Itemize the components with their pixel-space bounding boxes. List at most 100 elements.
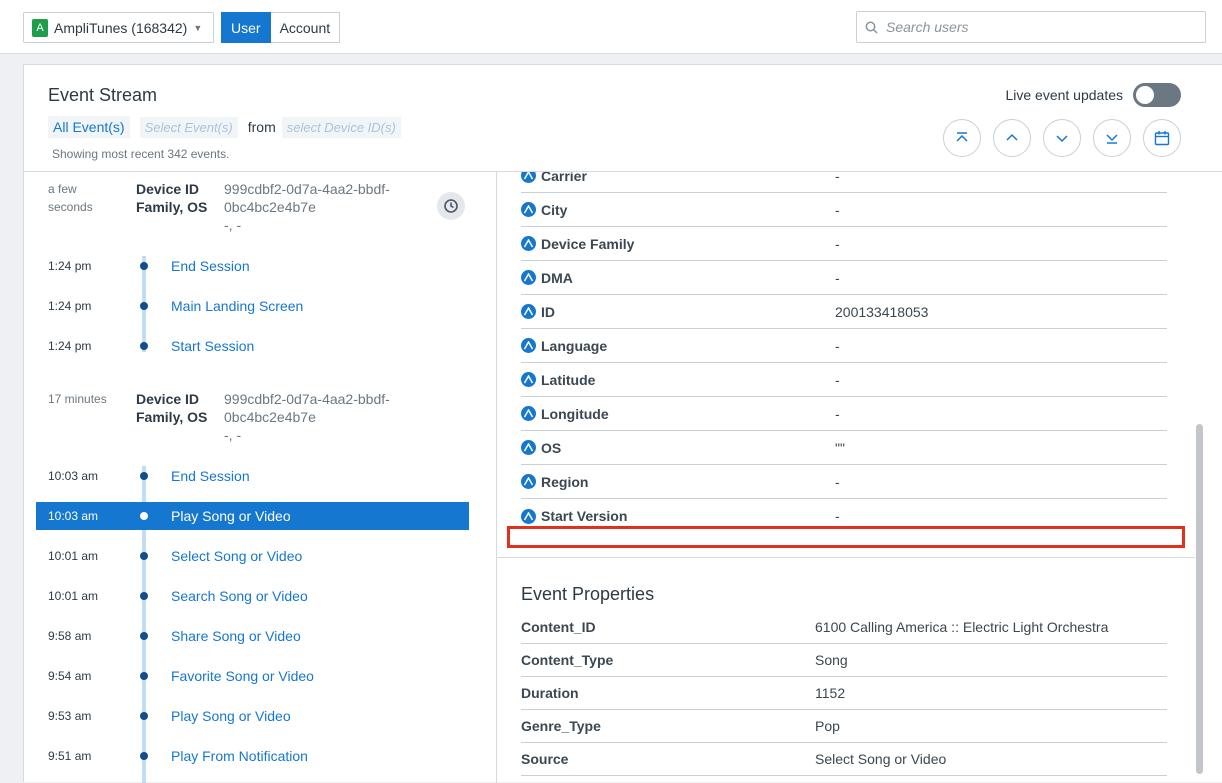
- clock-icon: [444, 199, 458, 213]
- property-key: DMA: [541, 269, 573, 286]
- live-updates-toggle[interactable]: [1133, 83, 1181, 107]
- date-picker-button[interactable]: [1143, 119, 1181, 157]
- session-label: Device ID Family, OS: [136, 181, 208, 215]
- event-property-row: Content_Type Song: [521, 644, 1167, 677]
- session-device-meta: -, -: [224, 427, 242, 443]
- highlight-box: [507, 526, 1185, 548]
- event-time: 10:03 am: [48, 469, 99, 483]
- session-device-id: 999cdbf2-0d7a-4aa2-bbdf-0bc4bc2e4b7e: [224, 181, 390, 215]
- event-name: End Session: [171, 468, 250, 484]
- amplitude-property-icon: [521, 270, 536, 285]
- live-updates-label: Live event updates: [1005, 87, 1123, 103]
- property-value: 200133418053: [835, 303, 929, 320]
- event-properties-title: Event Properties: [521, 584, 655, 604]
- event-name: Favorite Song or Video: [171, 668, 314, 684]
- session-device: 999cdbf2-0d7a-4aa2-bbdf-0bc4bc2e4b7e -, …: [224, 390, 424, 444]
- property-value: -: [835, 371, 840, 388]
- previous-button[interactable]: [993, 119, 1031, 157]
- event-filters: All Event(s) Select Event(s) from select…: [48, 116, 401, 138]
- property-value: -: [835, 235, 840, 252]
- property-key: ID: [541, 303, 555, 320]
- event-property-row: Duration 1152: [521, 677, 1167, 710]
- event-row[interactable]: 1:24 pm End Session: [36, 252, 469, 280]
- select-device-filter[interactable]: select Device ID(s): [281, 116, 401, 138]
- user-property-row: Latitude -: [521, 363, 1167, 397]
- event-time: 9:51 am: [48, 749, 92, 763]
- event-row-selected[interactable]: 10:03 am Play Song or Video: [36, 502, 469, 530]
- next-button[interactable]: [1043, 119, 1081, 157]
- user-property-row: ID 200133418053: [521, 295, 1167, 329]
- session-history-button[interactable]: [437, 192, 465, 220]
- project-name: AmpliTunes (168342): [54, 19, 188, 36]
- event-dot: [140, 632, 148, 640]
- search-users-box: [856, 11, 1206, 43]
- event-dot: [140, 672, 148, 680]
- top-bar: A AmpliTunes (168342) ▼ User Account: [0, 0, 1222, 54]
- amplitude-property-icon: [521, 372, 536, 387]
- event-row[interactable]: 10:01 am Search Song or Video: [36, 582, 469, 610]
- session-device-id: 999cdbf2-0d7a-4aa2-bbdf-0bc4bc2e4b7e: [224, 391, 390, 425]
- event-stream-card: Event Stream All Event(s) Select Event(s…: [23, 64, 1222, 783]
- property-value: -: [835, 405, 840, 422]
- user-property-row: DMA -: [521, 261, 1167, 295]
- property-value: Pop: [815, 718, 840, 734]
- property-key: Device Family: [541, 235, 635, 252]
- event-timeline-pane: a few seconds Device ID Family, OS 999cd…: [24, 172, 497, 783]
- session-time: a few seconds: [48, 182, 93, 214]
- event-dot: [140, 262, 148, 270]
- project-selector[interactable]: A AmpliTunes (168342) ▼: [23, 12, 214, 43]
- event-row[interactable]: 9:54 am Favorite Song or Video: [36, 662, 469, 690]
- all-events-filter[interactable]: All Event(s): [48, 116, 130, 138]
- event-row[interactable]: 1:24 pm Main Landing Screen: [36, 292, 469, 320]
- jump-to-bottom-icon: [1106, 134, 1118, 144]
- jump-to-bottom-button[interactable]: [1093, 119, 1131, 157]
- property-key: Region: [541, 473, 589, 490]
- amplitude-property-icon: [521, 406, 536, 421]
- select-events-filter[interactable]: Select Event(s): [139, 116, 238, 138]
- property-key: City: [541, 201, 568, 218]
- project-badge: A: [32, 18, 48, 37]
- event-property-row: Source Select Song or Video: [521, 743, 1167, 776]
- chevron-down-icon: [1056, 135, 1068, 143]
- user-property-row: Language -: [521, 329, 1167, 363]
- event-time: 10:01 am: [48, 589, 99, 603]
- event-time: 1:24 pm: [48, 299, 92, 313]
- amplitude-property-icon: [521, 474, 536, 489]
- amplitude-property-icon: [521, 304, 536, 319]
- event-time: 1:24 pm: [48, 259, 92, 273]
- event-row[interactable]: 10:03 am End Session: [36, 462, 469, 490]
- property-value: 1152: [815, 685, 846, 701]
- event-property-row: Content_ID 6100 Calling America :: Elect…: [521, 611, 1167, 644]
- property-key: Language: [541, 337, 608, 354]
- scrollbar-thumb[interactable]: [1196, 424, 1203, 774]
- page-title: Event Stream: [48, 85, 158, 105]
- event-row[interactable]: 10:01 am Select Song or Video: [36, 542, 469, 570]
- event-name: Play From Notification: [171, 748, 308, 764]
- event-name: Main Landing Screen: [171, 298, 304, 314]
- account-tab[interactable]: Account: [270, 12, 341, 43]
- user-property-row: Device Family -: [521, 227, 1167, 261]
- event-row[interactable]: 9:58 am Share Song or Video: [36, 622, 469, 650]
- amplitude-property-icon: [521, 508, 536, 524]
- event-dot: [140, 592, 148, 600]
- event-time: 1:24 pm: [48, 339, 92, 353]
- event-row[interactable]: 9:53 am Play Song or Video: [36, 702, 469, 730]
- session-time: 17 minutes: [48, 392, 107, 406]
- property-key: Source: [521, 751, 569, 767]
- property-key: Longitude: [541, 405, 609, 422]
- search-users-input[interactable]: [886, 19, 1186, 35]
- stream-navigation: [931, 119, 1181, 157]
- jump-to-top-button[interactable]: [943, 119, 981, 157]
- chevron-down-icon: ▼: [193, 22, 203, 33]
- property-key: Content_ID: [521, 619, 596, 635]
- event-row[interactable]: 1:24 pm Start Session: [36, 332, 469, 360]
- section-divider: [497, 557, 1195, 558]
- user-tab[interactable]: User: [221, 12, 271, 43]
- event-dot: [140, 342, 148, 350]
- chevron-up-icon: [1006, 133, 1018, 141]
- toggle-knob: [1136, 86, 1154, 104]
- property-value: -: [835, 269, 840, 286]
- event-row[interactable]: 9:51 am Play From Notification: [36, 742, 469, 770]
- event-name: Play Song or Video: [171, 708, 291, 724]
- event-name: Start Session: [171, 338, 255, 354]
